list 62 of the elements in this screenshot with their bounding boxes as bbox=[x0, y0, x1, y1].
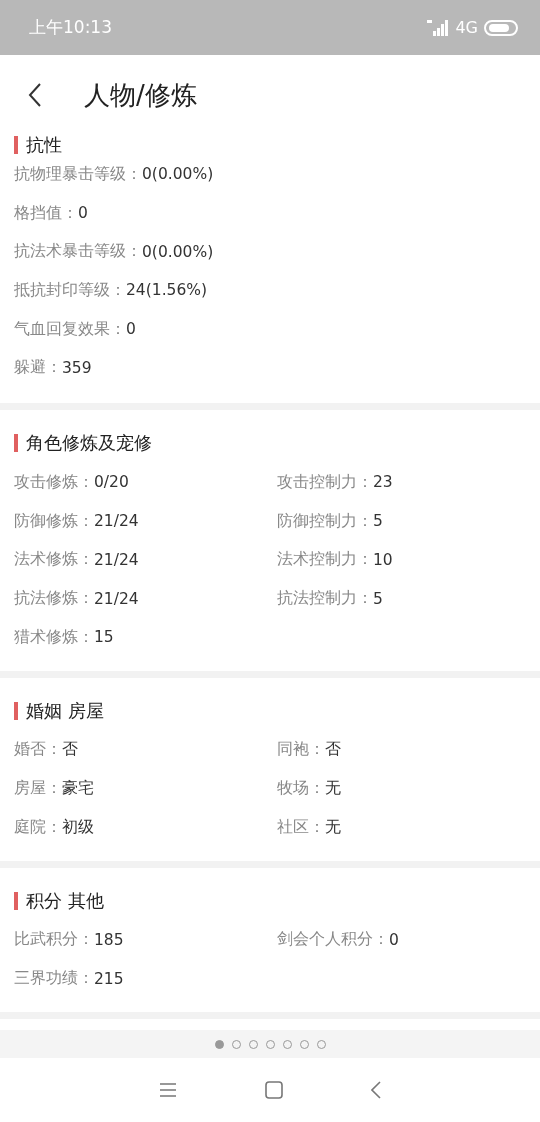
stat-label: 抗法控制力： bbox=[277, 588, 373, 610]
stat-label: 社区： bbox=[277, 816, 325, 838]
stat-value: 0 bbox=[126, 320, 136, 339]
stat-value: 359 bbox=[62, 358, 92, 377]
stat-value: 0 bbox=[389, 930, 399, 949]
stat-label: 比武积分： bbox=[14, 929, 94, 951]
stat-value: 否 bbox=[62, 739, 78, 761]
stat-value: 豪宅 bbox=[62, 778, 94, 800]
stat-label: 剑会个人积分： bbox=[277, 929, 389, 951]
stat-value: 185 bbox=[94, 930, 124, 949]
stat-value: 5 bbox=[373, 512, 383, 531]
section-marker bbox=[14, 891, 18, 910]
stat-label: 抗法术暴击等级： bbox=[14, 241, 142, 263]
stat-label: 三界功绩： bbox=[14, 968, 94, 990]
stat-label: 抗物理暴击等级： bbox=[14, 163, 142, 185]
stat-value: 0/20 bbox=[94, 473, 129, 492]
stat-value: 5 bbox=[373, 589, 383, 608]
stat-value: 15 bbox=[94, 628, 114, 647]
stat-value: 10 bbox=[373, 550, 393, 569]
stat-value: 否 bbox=[325, 739, 341, 761]
page-title: 人物/修炼 bbox=[84, 78, 197, 112]
section-heading: 婚姻 房屋 bbox=[26, 698, 104, 723]
stat-value: 0(0.00%) bbox=[142, 242, 214, 261]
stat-label: 格挡值： bbox=[14, 202, 78, 224]
stat-label: 气血回复效果： bbox=[14, 318, 126, 340]
stat-label: 攻击修炼： bbox=[14, 471, 94, 493]
stat-value: 无 bbox=[325, 778, 341, 800]
stat-label: 防御控制力： bbox=[277, 510, 373, 532]
battery-icon bbox=[484, 19, 518, 36]
section-marker bbox=[14, 701, 18, 720]
stat-label: 抵抗封印等级： bbox=[14, 279, 126, 301]
stat-label: 牧场： bbox=[277, 778, 325, 800]
stat-label: 法术修炼： bbox=[14, 549, 94, 571]
section-heading: 角色修炼及宠修 bbox=[26, 431, 152, 456]
stat-value: 0(0.00%) bbox=[142, 165, 214, 184]
stat-label: 同袍： bbox=[277, 739, 325, 761]
stat-label: 攻击控制力： bbox=[277, 471, 373, 493]
status-time: 上午10:13 bbox=[29, 16, 112, 39]
stat-label: 房屋： bbox=[14, 778, 62, 800]
stat-value: 无 bbox=[325, 816, 341, 838]
stat-label: 庭院： bbox=[14, 816, 62, 838]
stat-value: 21/24 bbox=[94, 550, 139, 569]
stat-label: 法术控制力： bbox=[277, 549, 373, 571]
section-marker bbox=[14, 136, 18, 154]
stat-label: 猎术修炼： bbox=[14, 626, 94, 648]
network-type: 4G bbox=[455, 18, 478, 37]
stat-value: 24(1.56%) bbox=[126, 281, 208, 300]
section-heading: 抗性 bbox=[26, 135, 62, 155]
stat-label: 婚否： bbox=[14, 739, 62, 761]
section-heading: 积分 其他 bbox=[26, 888, 104, 913]
stat-label: 躲避： bbox=[14, 357, 62, 379]
stat-value: 215 bbox=[94, 969, 124, 988]
stat-value: 初级 bbox=[62, 816, 94, 838]
stat-value: 23 bbox=[373, 473, 393, 492]
page-dot[interactable] bbox=[214, 1039, 224, 1049]
stat-value: 0 bbox=[78, 204, 88, 223]
stat-label: 抗法修炼： bbox=[14, 588, 94, 610]
section-marker bbox=[14, 434, 18, 453]
stat-label: 防御修炼： bbox=[14, 510, 94, 532]
stat-value: 21/24 bbox=[94, 512, 139, 531]
signal-icon bbox=[427, 19, 450, 36]
stat-value: 21/24 bbox=[94, 589, 139, 608]
